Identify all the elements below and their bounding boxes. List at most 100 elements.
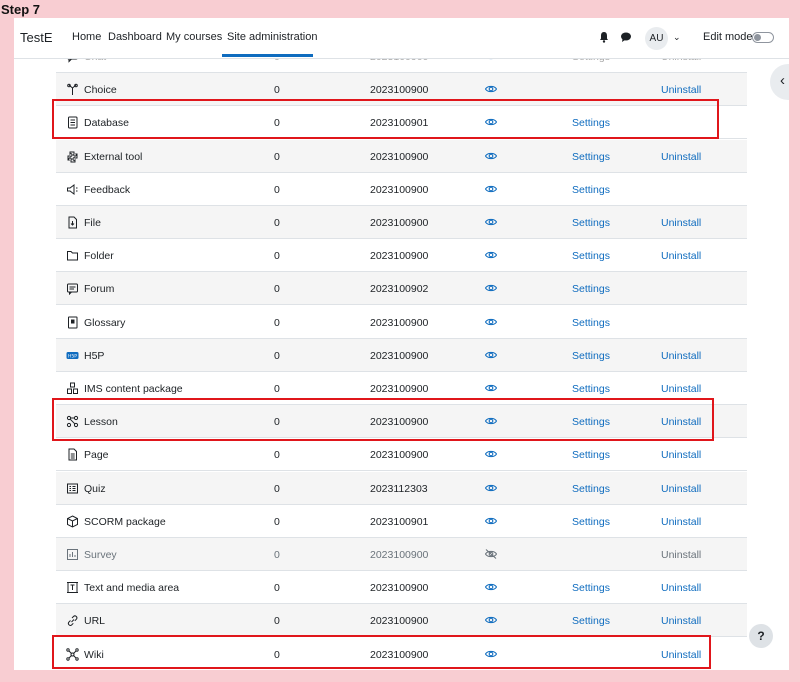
settings-link[interactable]: Settings [572,449,610,461]
uninstall-link[interactable]: Uninstall [661,483,701,495]
uninstall-link[interactable]: Uninstall [661,516,701,528]
settings-link[interactable]: Settings [572,217,610,229]
table-row: Quiz 0 2023112303 Settings Uninstall [56,471,747,505]
uninstall-link[interactable]: Uninstall [661,250,701,262]
module-activity-count: 0 [274,283,280,296]
choice-icon [66,83,79,96]
module-version: 2023112303 [370,482,428,495]
table-row: External tool 0 2023100900 Settings Uninstal… [56,139,747,173]
table-row: H5P H5P 0 2023100900 Settings Uninstall [56,338,747,372]
eye-slash-icon[interactable] [485,549,497,559]
eye-icon[interactable] [485,151,497,161]
table-row: Text and media area 0 2023100900 Settings Un… [56,571,747,605]
module-version: 2023100900 [370,217,429,229]
module-version: 2023100900 [370,183,429,196]
page-icon [66,448,79,461]
module-version: 2023100902 [370,283,429,296]
glossary-icon [66,316,79,329]
uninstall-link[interactable]: Uninstall [661,350,701,362]
eye-icon[interactable] [485,615,497,625]
top-navbar: TestE Home Dashboard My courses Site adm… [14,18,789,59]
eye-icon[interactable] [485,483,497,493]
bell-icon[interactable] [598,31,610,43]
uninstall-link[interactable]: Uninstall [661,549,701,561]
module-version: 2023100900 [370,582,429,595]
file-icon [66,216,79,229]
eye-icon[interactable] [485,317,497,327]
settings-link[interactable]: Settings [572,582,610,594]
table-row: SCORM package 0 2023100901 Settings Uninstal… [56,505,747,538]
nav-dashboard[interactable]: Dashboard [108,31,162,43]
eye-icon[interactable] [485,217,497,227]
module-activity-count: 0 [274,250,280,263]
nav-home[interactable]: Home [72,31,101,43]
module-activity-count: 0 [274,349,280,362]
nav-active-indicator [222,54,313,57]
eye-icon[interactable] [485,250,497,260]
uninstall-link[interactable]: Uninstall [661,383,701,395]
eye-icon[interactable] [485,383,497,393]
forum-icon [66,282,79,296]
settings-link[interactable]: Settings [572,383,610,395]
module-activity-count: 0 [274,582,280,595]
drawer-toggle-button[interactable]: ‹ [770,64,789,100]
module-name: Choice [84,84,117,97]
settings-link[interactable]: Settings [572,483,610,495]
module-activity-count: 0 [274,549,280,561]
module-version: 2023100900 [370,549,429,561]
uninstall-link[interactable]: Uninstall [661,449,701,461]
settings-link[interactable]: Settings [572,516,610,528]
nav-my-courses[interactable]: My courses [166,31,222,43]
module-activity-count: 0 [274,383,280,395]
settings-link[interactable]: Settings [572,250,610,262]
eye-icon[interactable] [485,350,497,360]
quiz-icon [66,482,79,495]
module-activity-count: 0 [274,84,280,97]
settings-link[interactable]: Settings [572,151,610,163]
eye-icon[interactable] [485,283,497,293]
h5p-icon: H5P [66,349,79,362]
nav-site-administration[interactable]: Site administration [227,31,318,43]
module-name: External tool [84,150,143,163]
module-version: 2023100900 [370,316,429,329]
table-row: File 0 2023100900 Settings Uninstall [56,206,747,239]
uninstall-link[interactable]: Uninstall [661,582,701,594]
module-version: 2023100900 [370,349,429,362]
settings-link[interactable]: Settings [572,317,610,329]
uninstall-link[interactable]: Uninstall [661,151,701,163]
feedback-icon [66,183,79,196]
settings-link[interactable]: Settings [572,615,610,627]
settings-link[interactable]: Settings [572,283,610,295]
external-tool-icon [66,150,79,163]
uninstall-link[interactable]: Uninstall [661,84,701,96]
chevron-down-icon[interactable]: ⌄ [673,32,681,43]
settings-link[interactable]: Settings [572,184,610,196]
highlight-box-lesson [52,398,714,441]
module-name: File [84,217,101,229]
help-button[interactable]: ? [749,624,773,648]
module-name: Forum [84,283,115,296]
module-activity-count: 0 [274,615,280,628]
module-name: Glossary [84,316,126,329]
user-avatar[interactable]: AU [645,27,668,50]
module-name: H5P [84,349,105,362]
messages-icon[interactable] [620,31,632,43]
module-version: 2023100900 [370,615,429,628]
table-row: Survey 0 2023100900 Uninstall [56,538,747,571]
module-version: 2023100901 [370,515,429,528]
settings-link[interactable]: Settings [572,350,610,362]
site-brand[interactable]: TestE [20,30,53,45]
uninstall-link[interactable]: Uninstall [661,615,701,627]
eye-icon[interactable] [485,516,497,526]
eye-icon[interactable] [485,84,497,94]
eye-icon[interactable] [485,449,497,459]
module-name: Page [84,449,109,462]
uninstall-link[interactable]: Uninstall [661,217,701,229]
module-name: Text and media area [84,582,180,595]
eye-icon[interactable] [485,184,497,194]
eye-icon[interactable] [485,582,497,592]
table-row: Feedback 0 2023100900 Settings [56,173,747,206]
edit-mode-toggle[interactable] [752,32,774,43]
module-name: Survey [84,549,117,561]
highlight-box-database [52,99,719,139]
